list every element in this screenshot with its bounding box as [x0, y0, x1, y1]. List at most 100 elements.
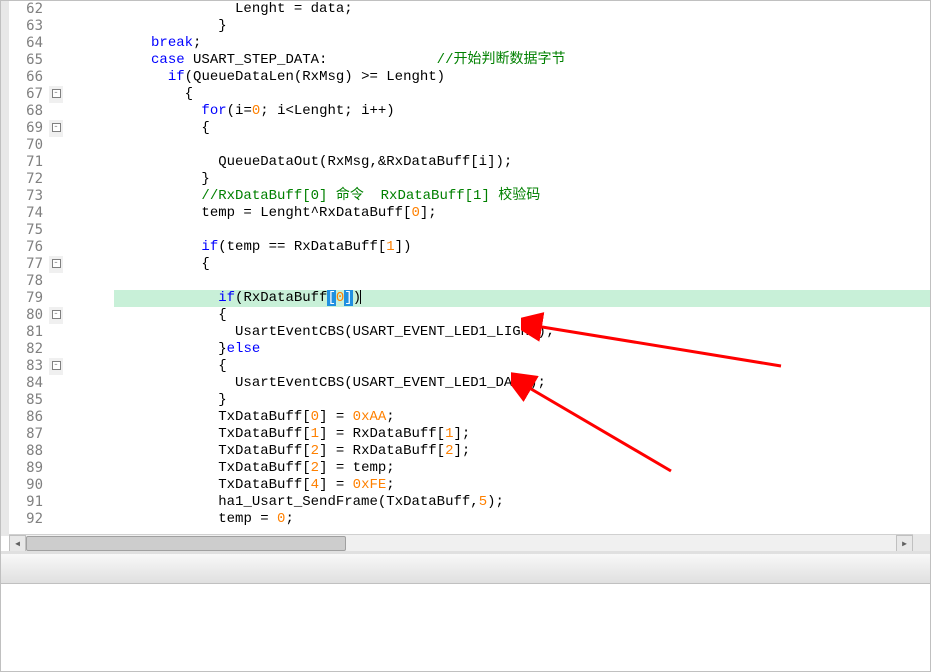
line-number: 65 [9, 52, 49, 69]
code-text[interactable]: } [63, 18, 930, 35]
code-text[interactable]: { [63, 358, 930, 375]
code-text[interactable]: TxDataBuff[1] = RxDataBuff[1]; [63, 426, 930, 443]
code-line[interactable]: 81 UsartEventCBS(USART_EVENT_LED1_LIGHT)… [9, 324, 930, 341]
scroll-right-button[interactable]: ▶ [896, 535, 913, 552]
code-line[interactable]: 77- { [9, 256, 930, 273]
code-text[interactable]: { [63, 307, 930, 324]
code-line[interactable]: 68 for(i=0; i<Lenght; i++) [9, 103, 930, 120]
code-text[interactable]: TxDataBuff[2] = temp; [63, 460, 930, 477]
code-text[interactable]: case USART_STEP_DATA: //开始判断数据字节 [63, 52, 930, 69]
code-line[interactable]: 65 case USART_STEP_DATA: //开始判断数据字节 [9, 52, 930, 69]
code-line[interactable]: 79 if(RxDataBuff[0]) [9, 290, 930, 307]
code-line[interactable]: 66 if(QueueDataLen(RxMsg) >= Lenght) [9, 69, 930, 86]
code-line[interactable]: 92 temp = 0; [9, 511, 930, 528]
code-line[interactable]: 86 TxDataBuff[0] = 0xAA; [9, 409, 930, 426]
code-text[interactable]: UsartEventCBS(USART_EVENT_LED1_DARK); [63, 375, 930, 392]
line-number: 85 [9, 392, 49, 409]
code-editor[interactable]: 62 Lenght = data;63 }64 break;65 case US… [9, 1, 930, 536]
code-line[interactable]: 70 [9, 137, 930, 154]
line-number: 73 [9, 188, 49, 205]
editor-window: 62 Lenght = data;63 }64 break;65 case US… [0, 0, 931, 672]
fold-margin[interactable]: - [49, 86, 63, 103]
code-text[interactable]: TxDataBuff[2] = RxDataBuff[2]; [63, 443, 930, 460]
code-text[interactable]: { [63, 256, 930, 273]
fold-margin[interactable]: - [49, 307, 63, 324]
code-line[interactable]: 87 TxDataBuff[1] = RxDataBuff[1]; [9, 426, 930, 443]
line-number: 78 [9, 273, 49, 290]
code-text[interactable]: break; [63, 35, 930, 52]
code-text[interactable]: if(RxDataBuff[0]) [63, 290, 930, 307]
text-cursor [360, 290, 361, 304]
horizontal-scrollbar[interactable]: ◀ ▶ [9, 534, 913, 551]
line-number: 64 [9, 35, 49, 52]
line-number: 69 [9, 120, 49, 137]
code-line[interactable]: 76 if(temp == RxDataBuff[1]) [9, 239, 930, 256]
code-line[interactable]: 63 } [9, 18, 930, 35]
code-text[interactable]: TxDataBuff[0] = 0xAA; [63, 409, 930, 426]
code-text[interactable]: }else [63, 341, 930, 358]
code-text[interactable]: Lenght = data; [63, 1, 930, 18]
code-line[interactable]: 80- { [9, 307, 930, 324]
line-number: 82 [9, 341, 49, 358]
line-number: 62 [9, 1, 49, 18]
code-line[interactable]: 83- { [9, 358, 930, 375]
code-line[interactable]: 90 TxDataBuff[4] = 0xFE; [9, 477, 930, 494]
chevron-right-icon: ▶ [902, 539, 907, 549]
line-number: 81 [9, 324, 49, 341]
line-number: 91 [9, 494, 49, 511]
code-line[interactable]: 88 TxDataBuff[2] = RxDataBuff[2]; [9, 443, 930, 460]
scroll-track[interactable] [26, 535, 896, 551]
code-line[interactable]: 73 //RxDataBuff[0] 命令 RxDataBuff[1] 校验码 [9, 188, 930, 205]
fold-collapse-icon[interactable]: - [52, 310, 61, 319]
line-number: 74 [9, 205, 49, 222]
fold-margin[interactable]: - [49, 256, 63, 273]
code-line[interactable]: 89 TxDataBuff[2] = temp; [9, 460, 930, 477]
fold-margin[interactable]: - [49, 120, 63, 137]
line-number: 79 [9, 290, 49, 307]
code-line[interactable]: 64 break; [9, 35, 930, 52]
fold-collapse-icon[interactable]: - [52, 123, 61, 132]
code-text[interactable]: UsartEventCBS(USART_EVENT_LED1_LIGHT); [63, 324, 930, 341]
fold-collapse-icon[interactable]: - [52, 259, 61, 268]
scroll-left-button[interactable]: ◀ [9, 535, 26, 552]
code-text[interactable]: temp = 0; [63, 511, 930, 528]
code-line[interactable]: 85 } [9, 392, 930, 409]
line-number: 89 [9, 460, 49, 477]
code-text[interactable]: if(temp == RxDataBuff[1]) [63, 239, 930, 256]
fold-collapse-icon[interactable]: - [52, 361, 61, 370]
code-text[interactable]: TxDataBuff[4] = 0xFE; [63, 477, 930, 494]
code-line[interactable]: 67- { [9, 86, 930, 103]
editor-left-margin [1, 1, 9, 536]
code-line[interactable]: 82 }else [9, 341, 930, 358]
code-line[interactable]: 75 [9, 222, 930, 239]
code-text[interactable]: ha1_Usart_SendFrame(TxDataBuff,5); [63, 494, 930, 511]
line-number: 86 [9, 409, 49, 426]
line-number: 67 [9, 86, 49, 103]
fold-margin[interactable]: - [49, 358, 63, 375]
code-text[interactable]: QueueDataOut(RxMsg,&RxDataBuff[i]); [63, 154, 930, 171]
code-line[interactable]: 74 temp = Lenght^RxDataBuff[0]; [9, 205, 930, 222]
code-line[interactable]: 69- { [9, 120, 930, 137]
scroll-thumb[interactable] [26, 536, 346, 551]
line-number: 70 [9, 137, 49, 154]
line-number: 66 [9, 69, 49, 86]
code-text[interactable]: //RxDataBuff[0] 命令 RxDataBuff[1] 校验码 [63, 188, 930, 205]
code-text[interactable]: } [63, 392, 930, 409]
line-number: 68 [9, 103, 49, 120]
code-text[interactable]: { [63, 120, 930, 137]
code-line[interactable]: 71 QueueDataOut(RxMsg,&RxDataBuff[i]); [9, 154, 930, 171]
code-line[interactable]: 62 Lenght = data; [9, 1, 930, 18]
code-line[interactable]: 72 } [9, 171, 930, 188]
line-number: 72 [9, 171, 49, 188]
code-line[interactable]: 91 ha1_Usart_SendFrame(TxDataBuff,5); [9, 494, 930, 511]
code-text[interactable]: temp = Lenght^RxDataBuff[0]; [63, 205, 930, 222]
fold-collapse-icon[interactable]: - [52, 89, 61, 98]
code-line[interactable]: 78 [9, 273, 930, 290]
code-text[interactable]: for(i=0; i<Lenght; i++) [63, 103, 930, 120]
code-line[interactable]: 84 UsartEventCBS(USART_EVENT_LED1_DARK); [9, 375, 930, 392]
line-number: 75 [9, 222, 49, 239]
code-text[interactable]: { [63, 86, 930, 103]
code-text[interactable]: } [63, 171, 930, 188]
code-text[interactable]: if(QueueDataLen(RxMsg) >= Lenght) [63, 69, 930, 86]
line-number: 71 [9, 154, 49, 171]
